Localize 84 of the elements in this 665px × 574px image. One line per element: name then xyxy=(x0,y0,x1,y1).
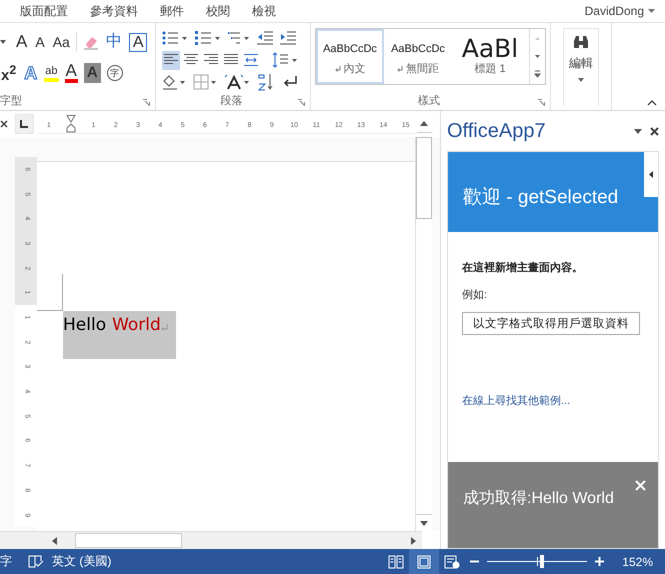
caret-icon xyxy=(648,9,655,13)
scrollbar-thumb[interactable] xyxy=(416,137,432,219)
print-view-button[interactable] xyxy=(409,549,440,574)
align-left-button[interactable] xyxy=(162,50,180,70)
character-shading-button[interactable]: A xyxy=(84,63,101,83)
font-color-button[interactable]: A xyxy=(64,63,78,83)
style-name: 無間距 xyxy=(406,62,439,76)
shrink-font-button[interactable]: A xyxy=(34,32,46,52)
group-label: 字型 xyxy=(0,94,22,108)
zoom-slider-thumb[interactable] xyxy=(540,555,544,568)
numbering-icon[interactable] xyxy=(195,31,221,45)
arrow-up-icon xyxy=(420,121,428,126)
bullets-icon[interactable] xyxy=(162,31,188,45)
caret-icon[interactable] xyxy=(0,40,6,44)
ribbon-tab[interactable]: 校閱 xyxy=(206,2,230,20)
shading-icon[interactable] xyxy=(162,74,186,90)
dialog-launcher-icon[interactable] xyxy=(538,99,545,106)
collapse-button[interactable] xyxy=(644,152,658,197)
superscript-button[interactable]: x$^{2}$ xyxy=(0,60,18,86)
text-effects-button[interactable]: A xyxy=(23,63,38,83)
close-icon[interactable] xyxy=(650,126,659,136)
scrollbar-thumb[interactable] xyxy=(75,533,182,548)
style-item[interactable]: AaBbCcDc 內文 xyxy=(316,29,384,84)
paragraph-mark-icon xyxy=(334,66,340,72)
group-label: 樣式 xyxy=(418,94,440,108)
style-name: 內文 xyxy=(344,62,366,76)
horizontal-scrollbar[interactable] xyxy=(0,531,422,549)
tab-stop-icon xyxy=(20,120,28,128)
paragraph-mark-icon xyxy=(160,324,168,331)
paragraph-mark-icon xyxy=(397,66,403,72)
enclose-characters-button[interactable]: 字 xyxy=(106,65,123,81)
example-label: 例如: xyxy=(462,288,488,302)
style-item[interactable]: AaBl 標題 1 xyxy=(452,29,528,84)
editing-button[interactable]: 編輯 xyxy=(563,28,599,106)
margin-corner-mark xyxy=(37,274,63,311)
tab-selector-button[interactable] xyxy=(14,114,34,134)
vertical-scrollbar[interactable] xyxy=(415,137,432,531)
character-border-button[interactable]: A xyxy=(128,32,148,52)
user-name[interactable]: DavidDong xyxy=(584,4,644,18)
style-item[interactable]: AaBbCcDc 無間距 xyxy=(384,29,452,84)
ribbon-tab[interactable]: 參考資料 xyxy=(90,2,138,20)
word-count[interactable]: 字 xyxy=(0,553,12,570)
close-icon[interactable] xyxy=(0,120,8,128)
get-selection-button[interactable]: 以文字格式取得用戶選取資料 xyxy=(462,312,640,335)
zoom-in-icon[interactable] xyxy=(595,557,604,566)
group-label: 段落 xyxy=(220,94,242,108)
arrow-left-icon xyxy=(649,171,653,178)
multilevel-list-icon[interactable] xyxy=(228,31,250,45)
increase-indent-icon[interactable] xyxy=(280,31,296,45)
caret-icon xyxy=(578,78,584,82)
notification-text: 成功取得:Hello World xyxy=(463,488,614,509)
change-case-button[interactable]: Aa xyxy=(52,32,77,52)
print-view-icon xyxy=(416,554,432,568)
proofing-icon[interactable] xyxy=(28,555,44,568)
asian-layout-icon[interactable] xyxy=(224,74,250,90)
dialog-launcher-icon[interactable] xyxy=(298,99,305,106)
zoom-level[interactable]: 152% xyxy=(622,554,653,568)
dialog-launcher-icon[interactable] xyxy=(143,99,150,106)
caret-icon[interactable] xyxy=(634,128,642,134)
ribbon-tab[interactable]: 版面配置 xyxy=(20,2,68,20)
decrease-indent-icon[interactable] xyxy=(257,31,273,45)
intro-text: 在這裡新增主畫面內容。 xyxy=(462,260,583,275)
enter-arrow-icon[interactable] xyxy=(282,75,298,89)
scroll-left-icon[interactable] xyxy=(52,536,57,544)
phonetic-guide-button[interactable]: 中 xyxy=(104,32,123,52)
document-text[interactable]: Hello World xyxy=(63,311,176,359)
language-status[interactable]: 英文 (美國) xyxy=(52,553,112,570)
web-view-icon xyxy=(444,554,460,568)
ribbon-tab[interactable]: 檢視 xyxy=(252,2,276,20)
samples-link[interactable]: 在線上尋找其他範例... xyxy=(462,393,570,408)
highlight-color-button[interactable]: ab xyxy=(44,64,59,82)
line-spacing-icon[interactable] xyxy=(272,52,298,68)
ribbon-tab[interactable]: 郵件 xyxy=(160,2,184,20)
read-view-icon xyxy=(388,554,404,568)
pane-title: OfficeApp7 xyxy=(447,120,547,142)
sort-icon[interactable] xyxy=(257,73,275,91)
eraser-icon[interactable] xyxy=(82,34,99,50)
scroll-right-icon[interactable] xyxy=(411,536,416,544)
header-title: 歡迎 - getSelected xyxy=(463,186,618,210)
style-name: 標題 1 xyxy=(474,62,506,76)
grow-font-button[interactable]: A xyxy=(15,32,28,52)
collapse-ribbon-icon[interactable] xyxy=(647,100,657,106)
binoculars-icon xyxy=(573,35,589,49)
arrow-down-icon xyxy=(420,520,428,526)
